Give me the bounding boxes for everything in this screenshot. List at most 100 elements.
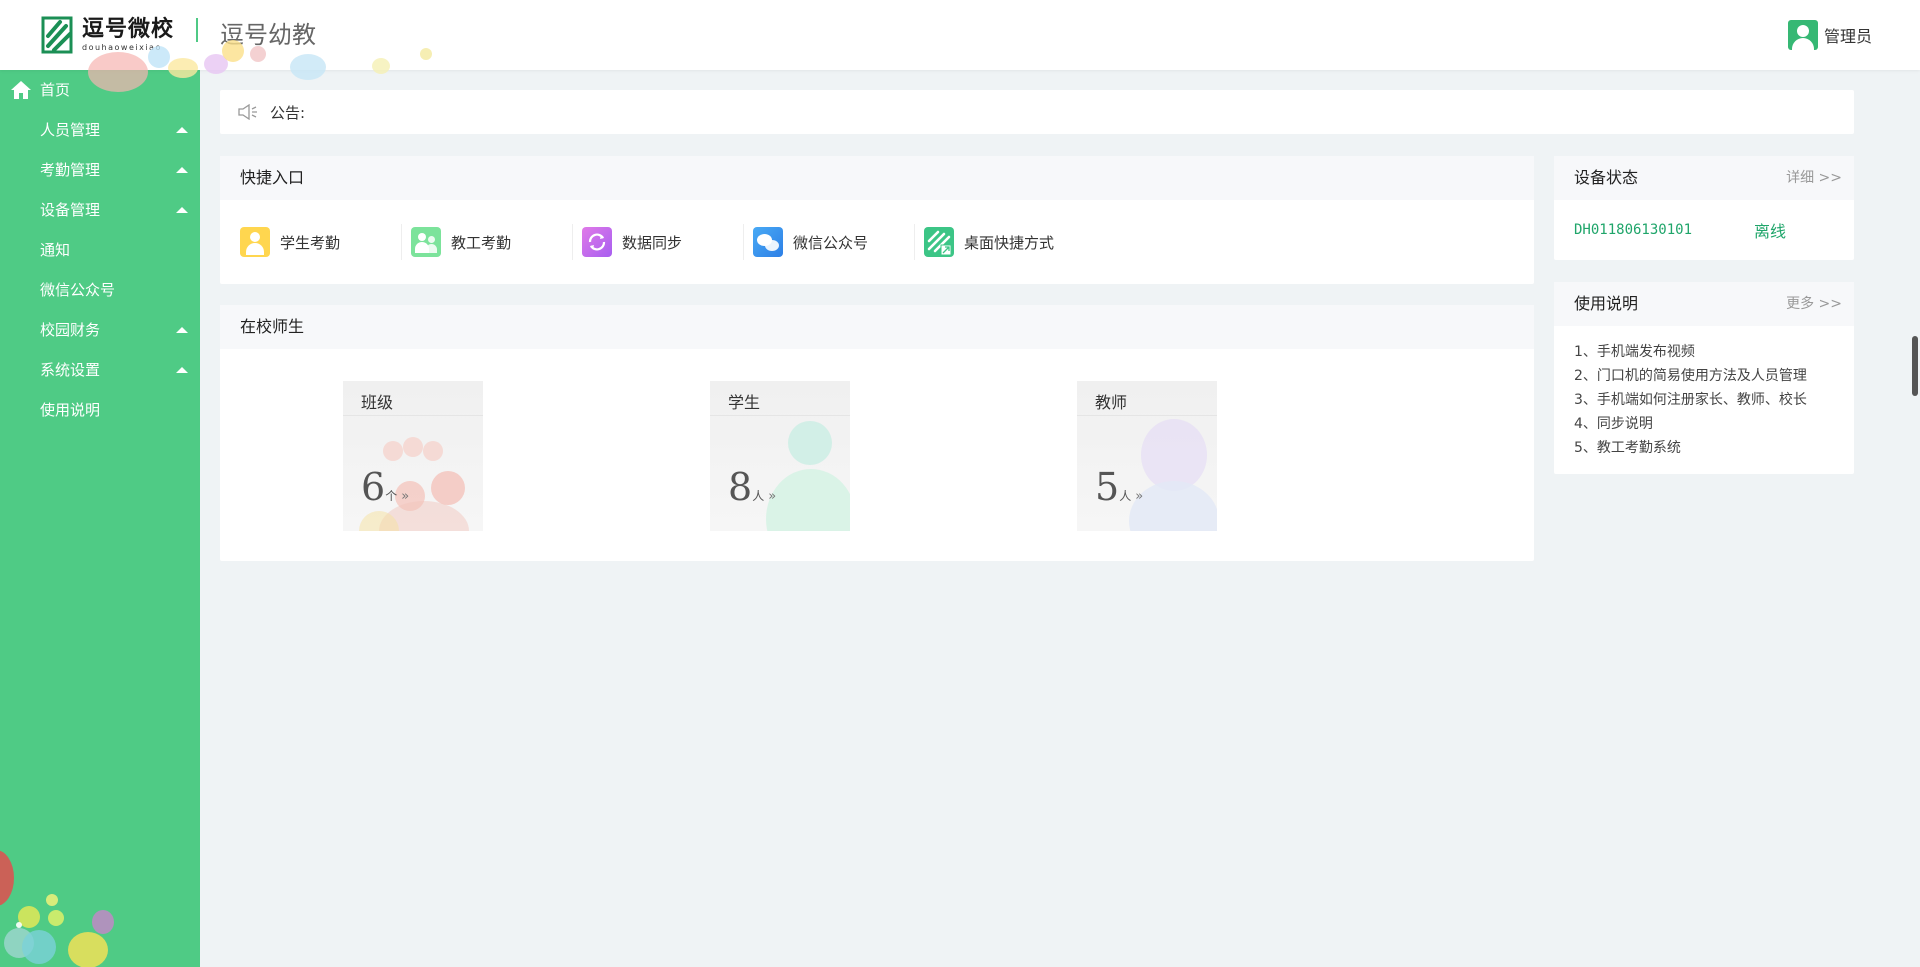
decor-balloon (0, 850, 14, 906)
caret-up-icon (176, 327, 188, 333)
logo-text: 逗号微校 (82, 17, 175, 42)
decor-balloon (46, 894, 58, 906)
stat-card-teachers[interactable]: 教师 5人» (1077, 381, 1217, 531)
stat-unit: 人 (752, 489, 765, 503)
device-status-title: 设备状态 (1574, 168, 1639, 187)
sidebar: 首页 人员管理 考勤管理 设备管理 通知 微信公众号 校园财务 系统设置 使用说… (0, 70, 200, 967)
caret-up-icon (176, 127, 188, 133)
stat-count: 8 (728, 465, 753, 509)
home-icon (11, 81, 31, 99)
usage-item[interactable]: 5、教工考勤系统 (1574, 436, 1854, 460)
quick-item-label: 桌面快捷方式 (964, 233, 1055, 252)
quick-item-label: 微信公众号 (793, 233, 869, 252)
device-status-panel: 设备状态 详细 >> DH011806130101 离线 (1554, 156, 1854, 260)
speaker-icon (238, 104, 257, 120)
device-status-badge: 离线 (1754, 222, 1787, 241)
usage-item[interactable]: 2、门口机的简易使用方法及人员管理 (1574, 364, 1854, 388)
stat-count: 6 (361, 465, 386, 509)
quick-item-label: 学生考勤 (280, 233, 341, 252)
user-name: 管理员 (1823, 27, 1872, 46)
sidebar-item-label: 设备管理 (40, 201, 101, 219)
sidebar-item-attendance[interactable]: 考勤管理 (0, 150, 200, 190)
decor-balloon (48, 910, 64, 926)
double-chevron-right-icon: » (1135, 489, 1144, 504)
sidebar-item-label: 校园财务 (40, 321, 101, 339)
usage-more-link[interactable]: 更多 >> (1786, 282, 1842, 326)
school-stats-title: 在校师生 (220, 305, 1534, 349)
staff-attendance-icon (411, 227, 441, 257)
quick-staff-attendance[interactable]: 教工考勤 (401, 222, 582, 262)
quick-item-label: 教工考勤 (451, 233, 512, 252)
decor-balloon (68, 932, 108, 967)
stat-count: 5 (1095, 465, 1120, 509)
double-chevron-right-icon: » (768, 489, 777, 504)
decor-bubble (148, 46, 170, 68)
decor-bubble (222, 40, 244, 62)
sidebar-item-label: 微信公众号 (40, 281, 116, 299)
sidebar-item-finance[interactable]: 校园财务 (0, 310, 200, 350)
sidebar-item-label: 首页 (40, 81, 71, 99)
caret-up-icon (176, 207, 188, 213)
notice-bar: 公告: (220, 90, 1854, 134)
quick-entry-list: 学生考勤 教工考勤 数据同步 微信公众号 桌面快捷方式 (220, 222, 1534, 262)
decor-balloon (92, 910, 114, 934)
usage-guide-title: 使用说明 (1574, 294, 1639, 313)
usage-item[interactable]: 4、同步说明 (1574, 412, 1854, 436)
user-avatar-icon (1787, 20, 1818, 50)
decor-bubble (250, 46, 266, 62)
stat-title: 学生 (728, 393, 761, 412)
page-scrollbar[interactable] (1912, 336, 1918, 396)
sidebar-item-label: 考勤管理 (40, 161, 101, 179)
decor-balloon (16, 922, 22, 928)
top-header: 逗号微校 douhaoweixiao 逗号幼教 管理员 (0, 0, 1920, 92)
sidebar-item-label: 系统设置 (40, 361, 101, 379)
device-id: DH011806130101 (1574, 222, 1693, 238)
sidebar-item-settings[interactable]: 系统设置 (0, 350, 200, 390)
stat-unit: 人 (1119, 489, 1132, 503)
sidebar-item-devices[interactable]: 设备管理 (0, 190, 200, 230)
sidebar-item-help[interactable]: 使用说明 (0, 390, 200, 430)
caret-up-icon (176, 167, 188, 173)
sidebar-item-label: 人员管理 (40, 121, 101, 139)
logo-mark-icon (41, 16, 73, 54)
student-silhouette-icon (788, 421, 832, 465)
quick-entry-title: 快捷入口 (220, 156, 1534, 200)
quick-wechat[interactable]: 微信公众号 (743, 222, 924, 262)
wechat-icon (753, 227, 783, 257)
usage-guide-panel: 使用说明 更多 >> 1、手机端发布视频 2、门口机的简易使用方法及人员管理 3… (1554, 282, 1854, 474)
sidebar-item-label: 通知 (40, 241, 71, 259)
quick-desktop-shortcut[interactable]: 桌面快捷方式 (914, 222, 1095, 262)
header-separator (196, 18, 198, 42)
quick-item-label: 数据同步 (622, 233, 683, 252)
decor-bubble (168, 58, 198, 78)
sidebar-item-notice[interactable]: 通知 (0, 230, 200, 270)
decor-bubble (88, 52, 148, 92)
sidebar-item-staff[interactable]: 人员管理 (0, 110, 200, 150)
device-row[interactable]: DH011806130101 离线 (1554, 200, 1854, 260)
notice-label: 公告: (270, 103, 306, 122)
quick-student-attendance[interactable]: 学生考勤 (240, 222, 411, 262)
stat-card-students[interactable]: 学生 8人» (710, 381, 850, 531)
sync-icon (582, 227, 612, 257)
stat-unit: 个 (385, 489, 398, 503)
decor-balloon (22, 930, 56, 964)
class-group-icon (383, 441, 403, 461)
stat-card-classes[interactable]: 班级 6个» (343, 381, 483, 531)
stat-title: 教师 (1095, 393, 1128, 412)
decor-bubble (420, 48, 432, 60)
stat-title: 班级 (361, 393, 394, 412)
user-menu[interactable]: 管理员 (1787, 20, 1872, 50)
quick-data-sync[interactable]: 数据同步 (572, 222, 753, 262)
double-chevron-right-icon: » (401, 489, 410, 504)
desktop-shortcut-icon (924, 227, 954, 257)
sidebar-item-label: 使用说明 (40, 401, 101, 419)
student-attendance-icon (240, 227, 270, 257)
usage-item[interactable]: 3、手机端如何注册家长、教师、校长 (1574, 388, 1854, 412)
school-stats-panel: 在校师生 班级 6个» 学生 8人» 教师 5人» (220, 305, 1534, 561)
sidebar-item-wechat[interactable]: 微信公众号 (0, 270, 200, 310)
caret-up-icon (176, 367, 188, 373)
usage-item[interactable]: 1、手机端发布视频 (1574, 340, 1854, 364)
usage-list: 1、手机端发布视频 2、门口机的简易使用方法及人员管理 3、手机端如何注册家长、… (1554, 326, 1854, 460)
quick-entry-panel: 快捷入口 学生考勤 教工考勤 数据同步 微信公众号 桌面快捷方式 (220, 156, 1534, 284)
device-detail-link[interactable]: 详细 >> (1786, 156, 1842, 200)
